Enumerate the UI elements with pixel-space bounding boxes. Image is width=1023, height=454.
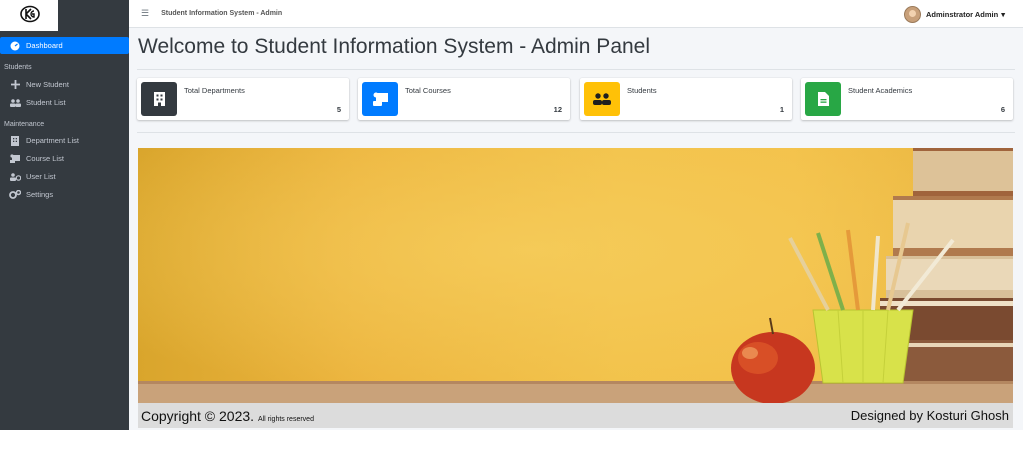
- card-label: Total Departments: [184, 86, 245, 95]
- navbar-title: Student Information System - Admin: [161, 10, 283, 17]
- sidebar-item-new-student[interactable]: New Student: [0, 76, 129, 93]
- logo-icon: [20, 5, 40, 23]
- card-value: 12: [553, 105, 562, 114]
- stat-card-academics[interactable]: Student Academics 6: [801, 78, 1013, 120]
- page-title: Welcome to Student Information System - …: [138, 35, 651, 58]
- card-value: 6: [1000, 105, 1005, 114]
- brand-logo[interactable]: [0, 0, 58, 31]
- sidebar-item-settings[interactable]: Settings: [0, 186, 129, 203]
- stat-card-students[interactable]: Students 1: [580, 78, 792, 120]
- users-cog-icon: [8, 172, 22, 181]
- stat-card-courses[interactable]: Total Courses 12: [358, 78, 570, 120]
- sidebar-item-user-list[interactable]: User List: [0, 168, 129, 185]
- sidebar-item-student-list[interactable]: Student List: [0, 94, 129, 111]
- file-icon: [805, 82, 841, 116]
- scroll-icon: [362, 82, 398, 116]
- sidebar-item-department-list[interactable]: Department List: [0, 132, 129, 149]
- avatar: [904, 6, 921, 23]
- sidebar-item-label: Settings: [26, 190, 54, 199]
- main-content: Welcome to Student Information System - …: [129, 28, 1023, 430]
- users-icon: [584, 82, 620, 116]
- sidebar-item-label: Course List: [26, 154, 64, 163]
- users-icon: [8, 98, 22, 107]
- card-value: 5: [336, 105, 341, 114]
- copyright-text: Copyright © 2023. All rights reserved: [141, 408, 314, 424]
- user-menu[interactable]: Adminstrator Admin ▾: [904, 6, 1005, 23]
- building-icon: [8, 135, 22, 146]
- sidebar-item-label: Department List: [26, 136, 79, 145]
- sidebar-header-maintenance: Maintenance: [4, 121, 45, 128]
- top-navbar: ☰ Student Information System - Admin Adm…: [129, 0, 1023, 28]
- rights-label: All rights reserved: [257, 415, 314, 423]
- sidebar-header-students: Students: [4, 64, 32, 71]
- card-label: Student Academics: [848, 86, 913, 95]
- sidebar-item-label: Student List: [26, 98, 66, 107]
- building-icon: [141, 82, 177, 116]
- divider: [137, 132, 1015, 133]
- sidebar-item-label: Dashboard: [26, 41, 63, 50]
- user-name: Adminstrator Admin: [926, 10, 999, 19]
- sidebar-item-course-list[interactable]: Course List: [0, 150, 129, 167]
- divider: [137, 69, 1015, 70]
- sidebar-item-label: New Student: [26, 80, 69, 89]
- card-label: Total Courses: [405, 86, 451, 95]
- chevron-down-icon: ▾: [1001, 10, 1005, 19]
- plus-icon: [8, 80, 22, 89]
- scroll-icon: [8, 154, 22, 163]
- sidebar: Dashboard Students New Student Student L…: [0, 0, 129, 430]
- card-value: 1: [779, 105, 784, 114]
- card-label: Students: [627, 86, 657, 95]
- stat-card-departments[interactable]: Total Departments 5: [137, 78, 349, 120]
- bars-icon[interactable]: ☰: [141, 8, 149, 19]
- footer: Copyright © 2023. All rights reserved De…: [138, 403, 1013, 428]
- dashboard-icon: [8, 41, 22, 51]
- cogs-icon: [8, 190, 22, 199]
- copyright-label: Copyright © 2023.: [141, 407, 255, 424]
- hero-banner-image: [138, 148, 1013, 403]
- sidebar-item-dashboard[interactable]: Dashboard: [0, 37, 129, 54]
- sidebar-item-label: User List: [26, 172, 56, 181]
- designed-by-text: Designed by Kosturi Ghosh: [850, 408, 1009, 423]
